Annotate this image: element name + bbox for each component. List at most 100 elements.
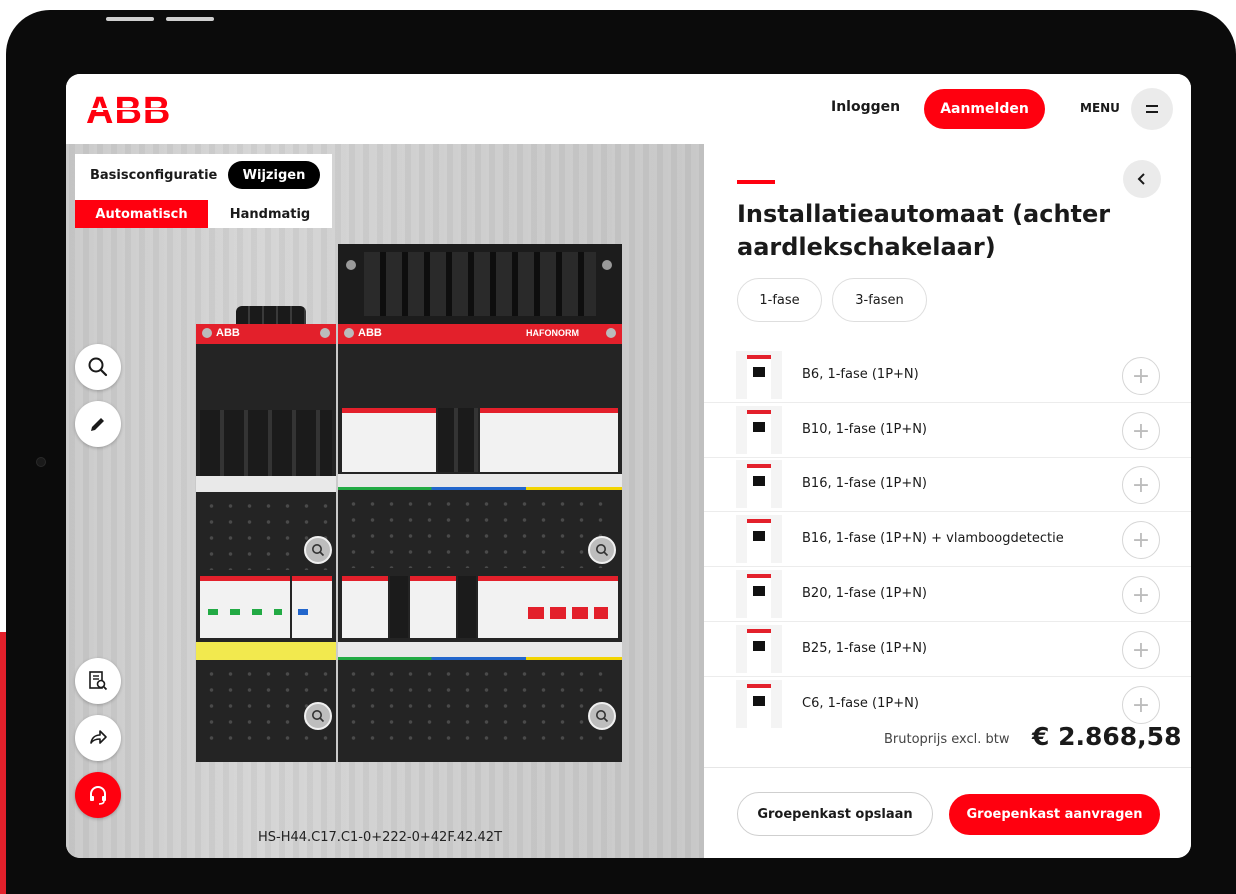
label-strip-yellow <box>196 642 336 660</box>
product-thumbnail <box>736 406 782 454</box>
zoom-marker[interactable] <box>588 702 616 730</box>
product-panel: Installatieautomaat (achter aardlekschak… <box>704 144 1191 858</box>
add-button[interactable]: + <box>1122 576 1160 614</box>
product-label: B25, 1-fase (1P+N) <box>802 641 928 656</box>
product-thumbnail <box>736 515 782 563</box>
module-rcd <box>200 576 290 638</box>
module-main-switch <box>478 576 618 638</box>
share-icon <box>90 730 107 744</box>
price-value: € 2.868,58 <box>1032 722 1182 751</box>
module-breaker <box>342 576 388 638</box>
list-item[interactable]: B6, 1-fase (1P+N) + <box>704 349 1191 403</box>
edit-button[interactable] <box>75 401 121 447</box>
base-config-box: Basisconfiguratie Wijzigen Automatisch H… <box>75 154 332 228</box>
mode-auto-tab[interactable]: Automatisch <box>75 200 208 228</box>
base-config-label: Basisconfiguratie <box>90 168 218 183</box>
product-label: B6, 1-fase (1P+N) <box>802 367 919 382</box>
change-button[interactable]: Wijzigen <box>228 161 320 189</box>
panel-brand-left: ABB <box>216 327 240 339</box>
phase-label-strip <box>338 642 622 660</box>
headset-icon <box>90 786 106 805</box>
blank-area <box>344 666 616 746</box>
product-thumbnail <box>736 460 782 508</box>
menu-label[interactable]: MENU <box>1080 101 1120 115</box>
zoom-button[interactable] <box>75 344 121 390</box>
share-button[interactable] <box>75 715 121 761</box>
search-icon <box>596 544 609 557</box>
list-item[interactable]: B25, 1-fase (1P+N) + <box>704 623 1191 677</box>
distribution-panel: ABB ABB HAFONORM <box>196 244 626 764</box>
cabinet-left-header: ABB <box>196 324 336 344</box>
label-strip <box>196 476 336 492</box>
module-breaker <box>410 576 456 638</box>
blank-covers <box>200 410 332 476</box>
add-button[interactable]: + <box>1122 631 1160 669</box>
blank-cover <box>458 576 476 638</box>
signup-button[interactable]: Aanmelden <box>924 89 1045 129</box>
phase-option-3[interactable]: 3-fasen <box>832 278 927 322</box>
document-search-button[interactable] <box>75 658 121 704</box>
cabinet-right: ABB HAFONORM <box>338 324 622 762</box>
divider <box>704 767 1191 768</box>
product-thumbnail <box>736 570 782 618</box>
product-label: B20, 1-fase (1P+N) <box>802 586 928 601</box>
search-icon <box>312 544 325 557</box>
document-search-icon <box>89 671 108 691</box>
add-button[interactable]: + <box>1122 357 1160 395</box>
cable-gland <box>236 306 306 324</box>
list-item[interactable]: B16, 1-fase (1P+N) + vlamboogdetectie + <box>704 513 1191 567</box>
module-group-1 <box>342 408 436 472</box>
phase-option-1[interactable]: 1-fase <box>737 278 822 322</box>
search-icon <box>596 710 609 723</box>
terminal-strip <box>364 252 596 316</box>
product-label: B10, 1-fase (1P+N) <box>802 422 928 437</box>
add-button[interactable]: + <box>1122 521 1160 559</box>
hamburger-icon <box>1146 105 1158 113</box>
panel-brand-right: ABB <box>358 327 382 339</box>
configurator-view: Basisconfiguratie Wijzigen Automatisch H… <box>66 144 704 858</box>
zoom-marker[interactable] <box>588 536 616 564</box>
cabinet-right-header: ABB HAFONORM <box>338 324 622 344</box>
support-button[interactable] <box>75 772 121 818</box>
product-list: B6, 1-fase (1P+N) + B10, 1-fase (1P+N) +… <box>704 347 1191 767</box>
tablet-button <box>106 17 154 21</box>
camera-icon <box>36 457 46 467</box>
search-icon <box>88 357 108 377</box>
blank-cover <box>390 576 408 638</box>
add-button[interactable]: + <box>1122 466 1160 504</box>
list-item[interactable]: B10, 1-fase (1P+N) + <box>704 404 1191 458</box>
module-group-2 <box>480 408 618 472</box>
panel-model: HAFONORM <box>526 328 579 338</box>
list-item[interactable]: B16, 1-fase (1P+N) + <box>704 458 1191 512</box>
product-label: B16, 1-fase (1P+N) <box>802 476 928 491</box>
mode-manual-tab[interactable]: Handmatig <box>208 200 332 228</box>
add-button[interactable]: + <box>1122 686 1160 724</box>
phase-label-strip <box>338 474 622 490</box>
save-panel-button[interactable]: Groepenkast opslaan <box>737 792 933 836</box>
app-screen: ABB Inloggen Aanmelden MENU Basisconfigu… <box>66 74 1191 858</box>
menu-button[interactable] <box>1131 88 1173 130</box>
chevron-left-icon <box>1137 173 1145 185</box>
product-thumbnail <box>736 351 782 399</box>
product-title: Installatieautomaat (achter aardlekschak… <box>737 200 1111 261</box>
zoom-marker[interactable] <box>304 702 332 730</box>
zoom-marker[interactable] <box>304 536 332 564</box>
abb-logo-icon: ABB <box>86 90 186 132</box>
blank-area <box>344 496 616 568</box>
connection-block <box>338 244 622 324</box>
search-icon <box>312 710 325 723</box>
abb-logo[interactable]: ABB <box>86 90 186 132</box>
request-panel-button[interactable]: Groepenkast aanvragen <box>949 794 1160 835</box>
product-thumbnail <box>736 625 782 673</box>
add-button[interactable]: + <box>1122 412 1160 450</box>
tablet-frame: ABB Inloggen Aanmelden MENU Basisconfigu… <box>6 10 1236 894</box>
back-button[interactable] <box>1123 160 1161 198</box>
blank-covers <box>438 408 478 472</box>
login-link[interactable]: Inloggen <box>831 99 900 115</box>
product-thumbnail <box>736 680 782 728</box>
title-accent <box>737 180 775 184</box>
screw <box>602 260 612 270</box>
module-breaker <box>292 576 332 638</box>
list-item[interactable]: B20, 1-fase (1P+N) + <box>704 568 1191 622</box>
pencil-icon <box>91 418 104 431</box>
